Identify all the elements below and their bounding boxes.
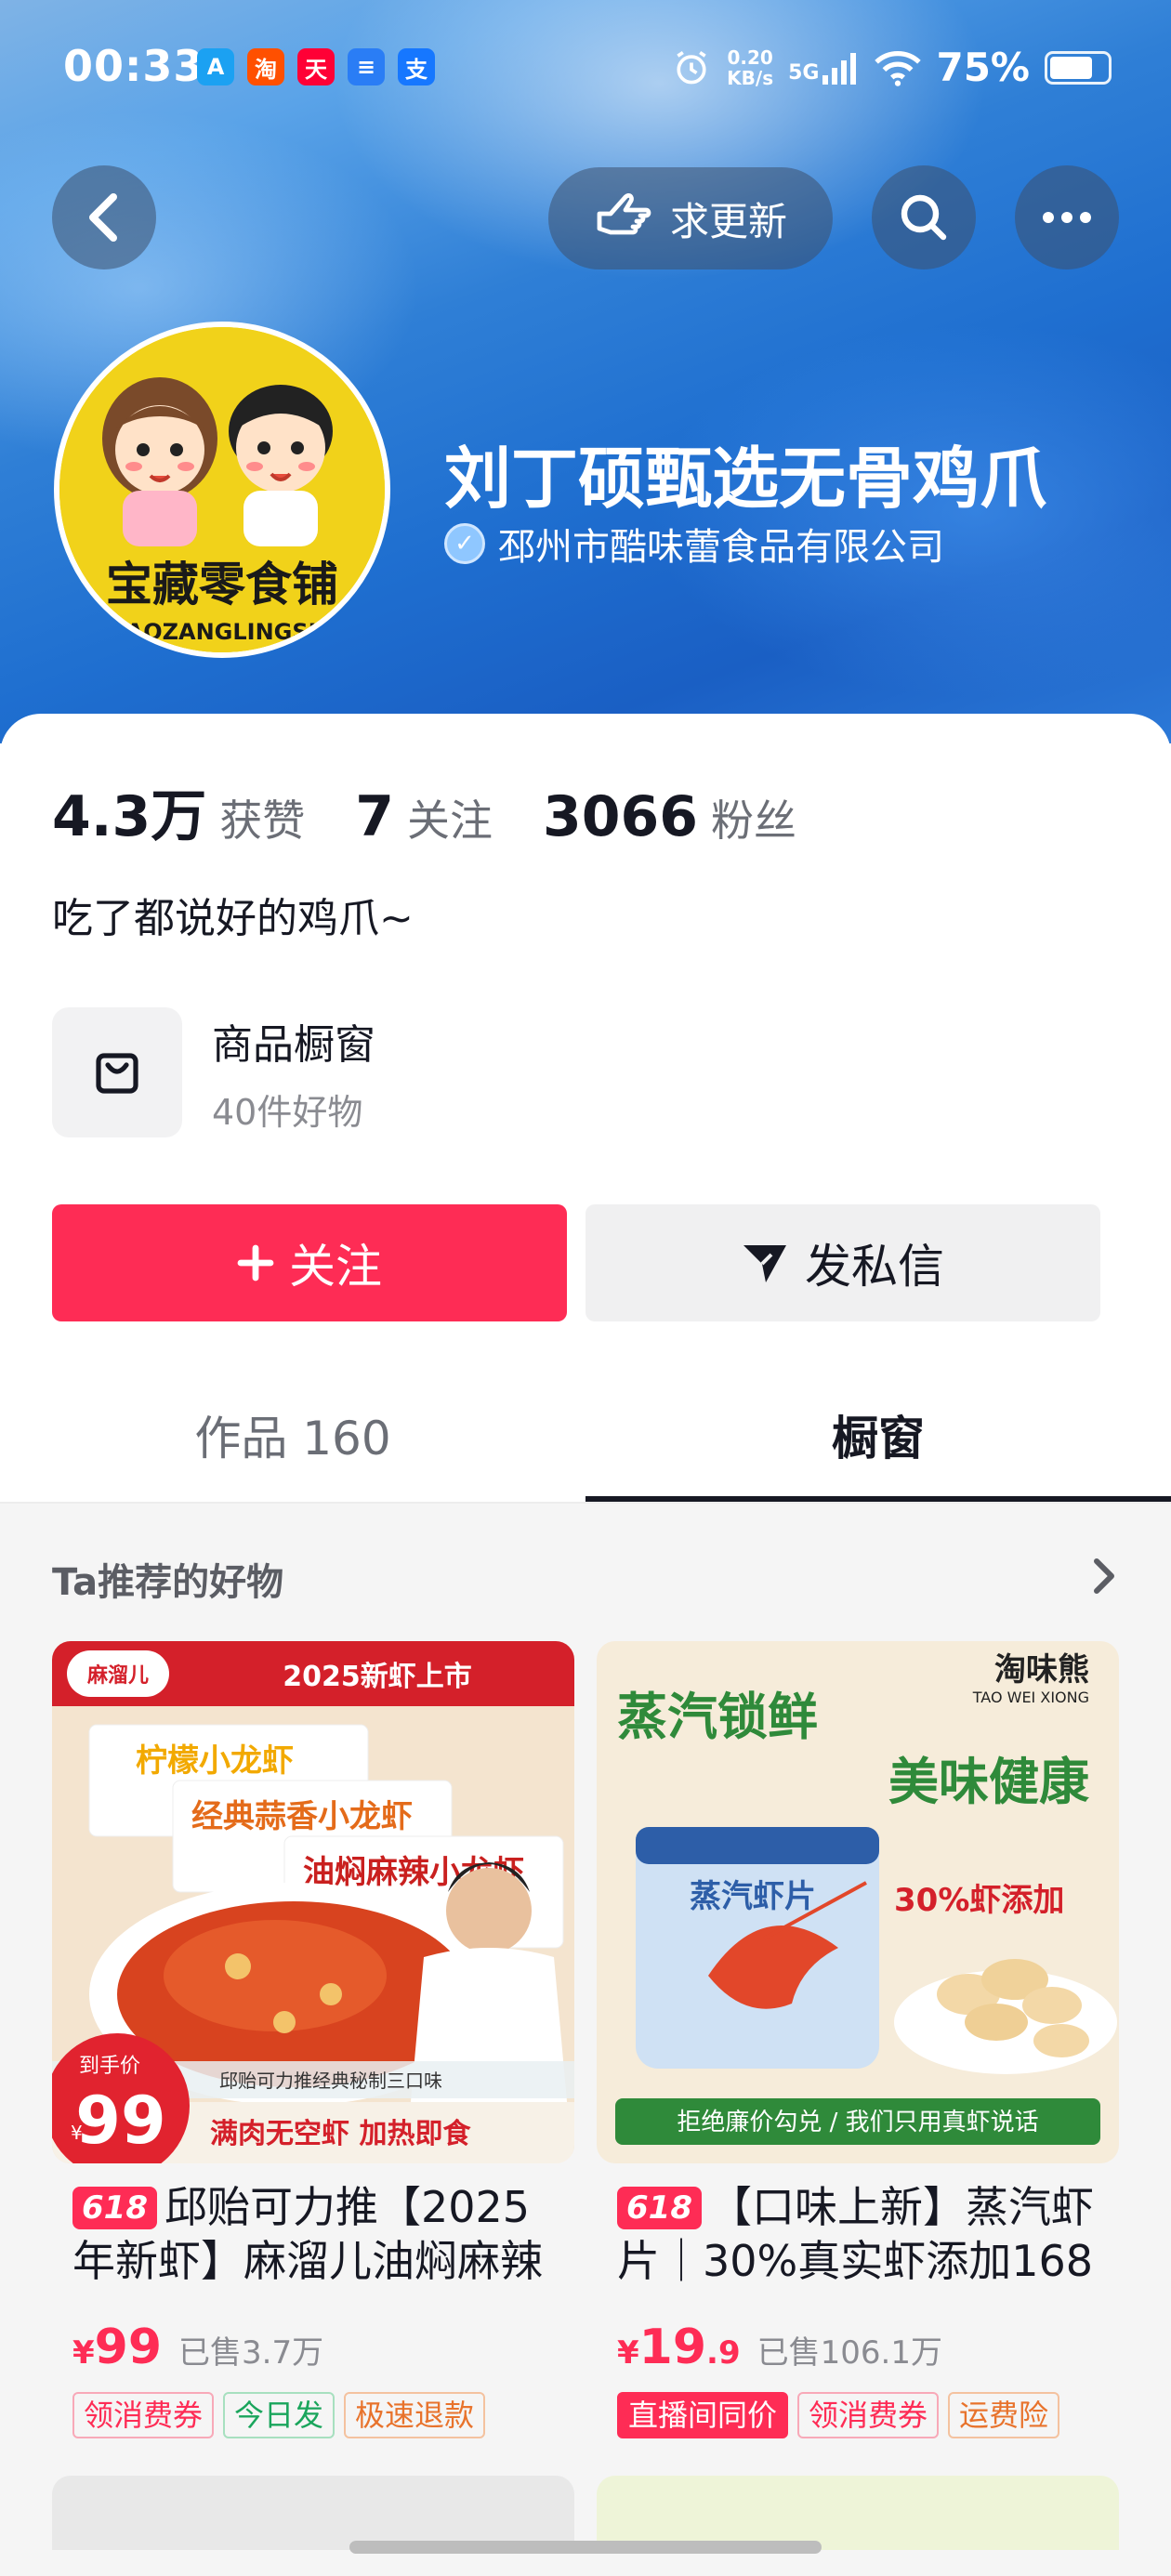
status-app-icon: 支 xyxy=(398,48,435,85)
wifi-icon xyxy=(875,50,922,86)
more-button[interactable] xyxy=(1015,165,1119,269)
showcase-title: 商品橱窗 xyxy=(212,1020,375,1069)
img-line2: 美味健康 xyxy=(888,1753,1089,1811)
home-indicator[interactable] xyxy=(349,2541,822,2554)
product-sold: 已售106.1万 xyxy=(757,2334,942,2372)
status-bar: 00:33 A 淘天 ≡ 支 0.20 KB/s 5G 75% xyxy=(0,0,1171,138)
chevron-right-icon[interactable] xyxy=(1087,1557,1121,1595)
send-icon xyxy=(743,1245,786,1282)
search-button[interactable] xyxy=(872,165,976,269)
svg-text:邱贻可力推经典秘制三口味: 邱贻可力推经典秘制三口味 xyxy=(219,2070,442,2092)
img-banner-text: 2025新虾上市 xyxy=(283,1661,472,1693)
profile-bio: 吃了都说好的鸡爪~ xyxy=(52,895,414,942)
following-count[interactable]: 7 xyxy=(355,784,394,849)
avatar[interactable]: 宝藏零食铺 BAOZANGLINGSHI xyxy=(54,322,390,658)
network-speed: 0.20 KB/s xyxy=(727,46,774,89)
badge-ship-today: 今日发 xyxy=(223,2392,336,2438)
img-brand: 淘味熊 xyxy=(994,1651,1089,1689)
svg-text:麻溜儿: 麻溜儿 xyxy=(86,1663,149,1688)
product-image[interactable]: 麻溜儿 2025新虾上市 柠檬小龙虾 经典蒜香小龙虾 油焖麻辣小龙虾 邱贻可力推… xyxy=(52,1641,574,2163)
tab-works[interactable]: 作品 160 xyxy=(0,1366,586,1504)
img-brand-en: TAO WEI XIONG xyxy=(972,1689,1089,1706)
more-dot-icon xyxy=(1043,212,1054,223)
followers-label: 粉丝 xyxy=(711,795,797,846)
battery-percent: 75% xyxy=(936,45,1030,90)
following-label: 关注 xyxy=(407,795,493,846)
status-time: 00:33 xyxy=(63,41,204,91)
svg-text:柠檬小龙虾: 柠檬小龙虾 xyxy=(136,1742,294,1780)
avatar-text: 宝藏零食铺 xyxy=(106,558,338,611)
badge-fast-refund: 极速退款 xyxy=(344,2392,486,2438)
img-bottom-text: 满肉无空虾 加热即食 xyxy=(210,2118,471,2150)
img-price-label: 到手价 xyxy=(79,2055,140,2078)
profile-tabs: 作品 160 橱窗 xyxy=(0,1366,1171,1504)
img-pct: 30%虾添加 xyxy=(894,1882,1064,1919)
followers-count[interactable]: 3066 xyxy=(543,784,698,849)
company-name: 邳州市酷味蕾食品有限公司 xyxy=(498,526,944,569)
status-app-icons: A 淘天 ≡ 支 xyxy=(197,48,435,85)
promo-618-tag: 618 xyxy=(72,2187,157,2229)
badge-coupon: 领消费券 xyxy=(72,2392,215,2438)
status-app-icon: ≡ xyxy=(348,48,385,85)
request-update-label: 求更新 xyxy=(669,198,787,244)
badge-coupon: 领消费券 xyxy=(797,2392,940,2438)
status-app-icon: 天 xyxy=(297,48,335,85)
shop-name: 刘丁硕甄选无骨鸡爪 xyxy=(444,440,1047,518)
product-image[interactable]: 淘味熊 TAO WEI XIONG 蒸汽锁鲜 美味健康 蒸汽虾片 30%虾添加 … xyxy=(597,1641,1119,2163)
plus-icon xyxy=(237,1244,274,1281)
alarm-icon xyxy=(677,50,706,84)
search-icon xyxy=(901,194,947,241)
crayfish-product-illustration: 麻溜儿 2025新虾上市 柠檬小龙虾 经典蒜香小龙虾 油焖麻辣小龙虾 邱贻可力推… xyxy=(52,1641,574,2163)
likes-label: 获赞 xyxy=(219,795,306,846)
profile-stats: 4.3万 获赞 7 关注 3066 粉丝 xyxy=(52,771,847,852)
shopping-bag-icon xyxy=(96,1053,138,1094)
showcase-entry[interactable]: 商品橱窗 40件好物 xyxy=(52,1007,375,1137)
hand-point-icon xyxy=(597,192,651,235)
status-app-icon: 淘 xyxy=(247,48,284,85)
tab-showcase[interactable]: 橱窗 xyxy=(586,1366,1171,1504)
product-card-partial[interactable] xyxy=(52,2476,574,2550)
verified-badge-icon: ✓ xyxy=(444,523,485,564)
product-sold: 已售3.7万 xyxy=(178,2334,324,2372)
svg-text:蒸汽虾片: 蒸汽虾片 xyxy=(690,1878,816,1915)
product-card[interactable]: 麻溜儿 2025新虾上市 柠檬小龙虾 经典蒜香小龙虾 油焖麻辣小龙虾 邱贻可力推… xyxy=(52,1641,574,2438)
product-card[interactable]: 淘味熊 TAO WEI XIONG 蒸汽锁鲜 美味健康 蒸汽虾片 30%虾添加 … xyxy=(597,1641,1119,2438)
product-title: 618 【口味上新】蒸汽虾片｜30%真实虾添加168 xyxy=(617,2182,1094,2286)
follow-label: 关注 xyxy=(289,1240,382,1294)
img-bottom-text: 拒绝廉价勾兑 / 我们只用真虾说话 xyxy=(677,2109,1038,2136)
img-price: 99 xyxy=(75,2083,165,2159)
verified-company[interactable]: ✓ 邳州市酷味蕾食品有限公司 xyxy=(444,517,944,571)
status-app-icon: A xyxy=(197,48,234,85)
badge-live-price: 直播间同价 xyxy=(617,2392,789,2438)
chevron-left-icon xyxy=(89,193,117,242)
svg-text:经典蒜香小龙虾: 经典蒜香小龙虾 xyxy=(191,1798,413,1835)
follow-button[interactable]: 关注 xyxy=(52,1204,567,1321)
active-tab-indicator xyxy=(586,1496,1171,1502)
back-button[interactable] xyxy=(52,165,156,269)
signal-icon xyxy=(822,52,857,85)
recommend-title[interactable]: Ta推荐的好物 xyxy=(52,1552,283,1606)
network-type: 5G xyxy=(788,60,820,85)
product-price: ¥19.9 xyxy=(617,2320,741,2375)
avatar-illustration: 宝藏零食铺 BAOZANGLINGSHI xyxy=(59,327,385,652)
img-line1: 蒸汽锁鲜 xyxy=(617,1688,818,1746)
shrimp-chips-illustration: 淘味熊 TAO WEI XIONG 蒸汽锁鲜 美味健康 蒸汽虾片 30%虾添加 … xyxy=(597,1641,1119,2163)
showcase-count: 40件好物 xyxy=(212,1091,363,1133)
promo-618-tag: 618 xyxy=(617,2187,702,2229)
battery-icon xyxy=(1045,50,1112,85)
request-update-button[interactable]: 求更新 xyxy=(548,167,833,269)
message-button[interactable]: 发私信 xyxy=(586,1204,1100,1321)
badge-shipping-insurance: 运费险 xyxy=(948,2392,1060,2438)
product-price: ¥99 xyxy=(72,2320,163,2375)
product-title: 618 邱贻可力推【2025年新虾】麻溜儿油焖麻辣 xyxy=(72,2182,543,2286)
showcase-icon-box xyxy=(52,1007,182,1137)
message-label: 发私信 xyxy=(805,1240,944,1294)
product-card-partial[interactable] xyxy=(597,2476,1119,2550)
likes-count[interactable]: 4.3万 xyxy=(52,771,206,852)
